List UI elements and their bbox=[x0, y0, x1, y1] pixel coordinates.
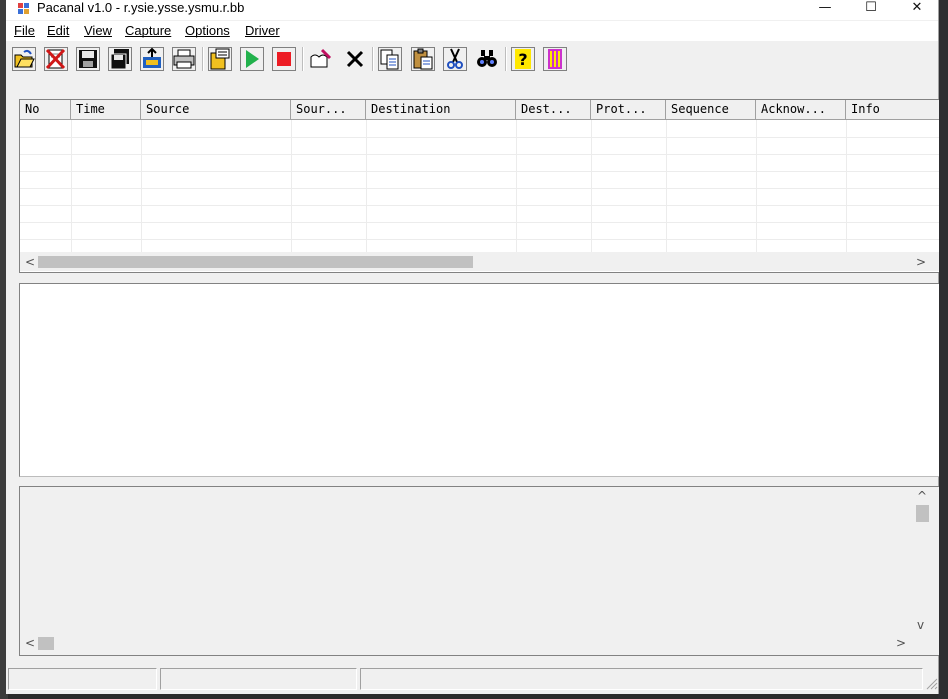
scroll-up-arrow[interactable]: ^ bbox=[917, 490, 927, 502]
menu-view[interactable]: View bbox=[84, 23, 112, 38]
column-header-destination-port[interactable]: Dest... bbox=[516, 100, 591, 119]
packet-list-grid bbox=[20, 120, 939, 252]
cut-icon[interactable] bbox=[442, 46, 468, 72]
column-header-destination[interactable]: Destination bbox=[366, 100, 516, 119]
menu-capture[interactable]: Capture bbox=[125, 23, 171, 38]
toolbar-separator bbox=[372, 47, 374, 71]
scroll-left-arrow[interactable]: < bbox=[25, 637, 35, 649]
clear-icon[interactable] bbox=[342, 46, 368, 72]
column-header-source[interactable]: Source bbox=[141, 100, 291, 119]
menu-edit[interactable]: Edit bbox=[47, 23, 69, 38]
find-icon[interactable] bbox=[474, 46, 500, 72]
app-icon bbox=[17, 1, 31, 15]
toolbar-separator bbox=[505, 47, 507, 71]
scroll-left-arrow[interactable]: < bbox=[25, 256, 35, 268]
about-icon[interactable] bbox=[542, 46, 568, 72]
menu-options[interactable]: Options bbox=[185, 23, 230, 38]
column-header-info[interactable]: Info bbox=[846, 100, 939, 119]
bytes-vscrollbar[interactable]: ^ v bbox=[913, 487, 931, 635]
window-title: Pacanal v1.0 - r.ysie.ysse.ysmu.r.bb bbox=[37, 0, 245, 15]
scroll-thumb[interactable] bbox=[916, 505, 929, 522]
capture-settings-icon[interactable] bbox=[207, 46, 233, 72]
scroll-down-arrow[interactable]: v bbox=[917, 619, 924, 631]
print-icon[interactable] bbox=[171, 46, 197, 72]
packet-detail-pane[interactable] bbox=[19, 283, 939, 477]
save-as-icon[interactable] bbox=[107, 46, 133, 72]
menu-bar: File Edit View Capture Options Driver bbox=[6, 21, 938, 41]
toolbar-separator bbox=[302, 47, 304, 71]
status-panel-3 bbox=[360, 668, 923, 690]
menu-file[interactable]: File bbox=[14, 23, 35, 38]
column-header-protocol[interactable]: Prot... bbox=[591, 100, 666, 119]
bytes-hscrollbar[interactable]: < > bbox=[20, 634, 939, 653]
status-panel-1 bbox=[8, 668, 157, 690]
scroll-right-arrow[interactable]: > bbox=[916, 256, 926, 268]
start-capture-icon[interactable] bbox=[239, 46, 265, 72]
status-bar bbox=[6, 666, 938, 693]
scroll-thumb[interactable] bbox=[38, 256, 473, 268]
stop-capture-icon[interactable] bbox=[271, 46, 297, 72]
scroll-right-arrow[interactable]: > bbox=[896, 637, 906, 649]
paste-icon[interactable] bbox=[410, 46, 436, 72]
resize-grip-icon[interactable] bbox=[926, 678, 938, 690]
packet-list[interactable]: No Time Source Sour... Destination Dest.… bbox=[19, 99, 939, 273]
export-icon[interactable] bbox=[139, 46, 165, 72]
packet-bytes-pane[interactable]: ^ v < > bbox=[19, 486, 939, 656]
save-icon[interactable] bbox=[75, 46, 101, 72]
scroll-thumb[interactable] bbox=[38, 637, 54, 650]
menu-driver[interactable]: Driver bbox=[245, 23, 280, 38]
minimize-button[interactable]: — bbox=[802, 0, 848, 15]
delete-file-icon[interactable] bbox=[43, 46, 69, 72]
column-header-acknowledge[interactable]: Acknow... bbox=[756, 100, 846, 119]
svg-text:?: ? bbox=[518, 50, 527, 69]
copy-icon[interactable] bbox=[377, 46, 403, 72]
packet-list-hscrollbar[interactable]: < > bbox=[20, 252, 939, 271]
column-header-source-port[interactable]: Sour... bbox=[291, 100, 366, 119]
app-window: Pacanal v1.0 - r.ysie.ysse.ysmu.r.bb — ☐… bbox=[6, 0, 939, 694]
open-folder-icon[interactable] bbox=[11, 46, 37, 72]
column-header-no[interactable]: No bbox=[20, 100, 71, 119]
close-button[interactable]: ✕ bbox=[894, 0, 940, 15]
filter-edit-icon[interactable] bbox=[307, 46, 333, 72]
maximize-button[interactable]: ☐ bbox=[848, 0, 894, 15]
column-header-sequence[interactable]: Sequence bbox=[666, 100, 756, 119]
title-bar[interactable]: Pacanal v1.0 - r.ysie.ysse.ysmu.r.bb — ☐… bbox=[6, 0, 938, 20]
help-icon[interactable]: ? bbox=[510, 46, 536, 72]
toolbar: ? bbox=[6, 43, 938, 75]
packet-list-header: No Time Source Sour... Destination Dest.… bbox=[20, 100, 939, 120]
background-window-edge-right bbox=[938, 0, 948, 699]
toolbar-separator bbox=[202, 47, 204, 71]
status-panel-2 bbox=[160, 668, 357, 690]
column-header-time[interactable]: Time bbox=[71, 100, 141, 119]
